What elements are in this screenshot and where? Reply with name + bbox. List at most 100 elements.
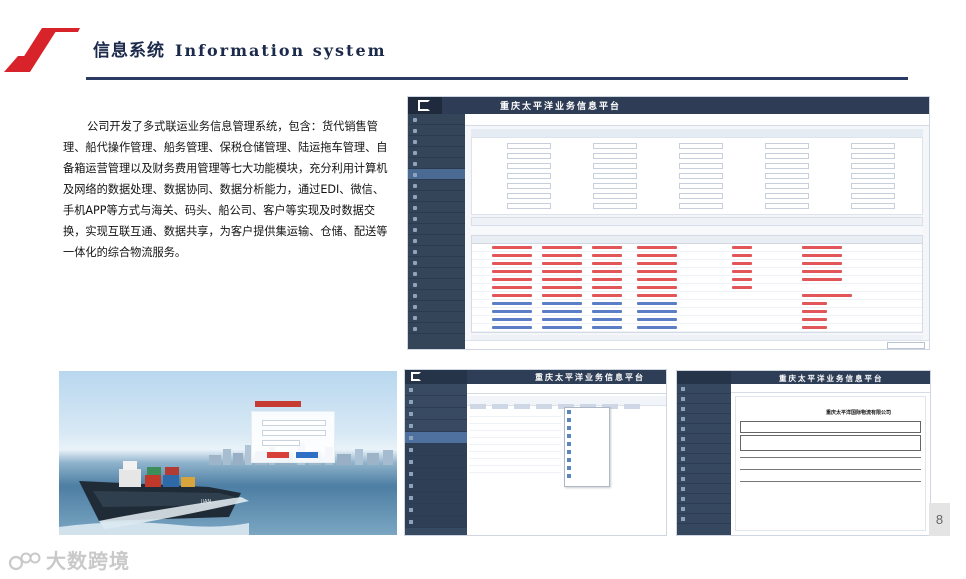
sidebar-item: [677, 454, 731, 464]
sidebar-subitem: [405, 468, 467, 480]
sidebar-item: [408, 301, 465, 312]
cargo-ship-image: JIAN: [59, 461, 249, 535]
login-form: [251, 411, 335, 463]
table-row: [472, 252, 922, 260]
table-row: [472, 268, 922, 276]
sidebar-item: [408, 114, 465, 125]
grid-subtoolbar: [471, 227, 923, 241]
sidebar-item: [405, 420, 467, 432]
document-table: [740, 421, 921, 433]
menu-item: [565, 432, 609, 440]
sidebar-item: [405, 408, 467, 420]
sidebar-item: [408, 191, 465, 202]
dropdown-sidebar: [405, 370, 467, 535]
document-screenshot: 重庆太平洋业务信息平台 重庆太平洋国际物流有限公司: [676, 370, 931, 536]
sidebar-item: [408, 125, 465, 136]
menu-item: [565, 464, 609, 472]
document-rule: [740, 469, 921, 470]
sidebar-item: [677, 444, 731, 454]
sidebar-item: [405, 384, 467, 396]
password-field: [262, 430, 326, 436]
sidebar-item: [408, 312, 465, 323]
watermark-text: 大数跨境: [46, 549, 130, 573]
menu-item: [565, 448, 609, 456]
login-logo: [255, 401, 301, 407]
login-button: [267, 452, 289, 458]
sidebar-subitem: [405, 444, 467, 456]
sidebar-item: [408, 246, 465, 257]
sidebar-item: [408, 224, 465, 235]
sidebar-item: [677, 404, 731, 414]
captcha-field: [262, 440, 300, 446]
document-heading: 重庆太平洋国际物流有限公司: [826, 410, 892, 416]
sidebar-item: [408, 268, 465, 279]
table-row: [472, 244, 922, 252]
sidebar-item: [677, 414, 731, 424]
sidebar-subitem: [405, 516, 467, 528]
main-app-footer: [465, 340, 929, 349]
sidebar-item: [408, 202, 465, 213]
document-table: [740, 435, 921, 451]
export-button: [887, 342, 925, 349]
sidebar-item: [677, 384, 731, 394]
sidebar-item: [677, 394, 731, 404]
login-screenshot: JIAN: [59, 371, 397, 535]
data-grid: [471, 235, 923, 333]
title-divider: [86, 77, 908, 80]
sidebar-item-active: [405, 432, 467, 444]
menu-item: [565, 424, 609, 432]
main-sidebar: [408, 114, 465, 349]
dropdown-app-topbar: 重庆太平洋业务信息平台: [467, 370, 666, 384]
table-row: [472, 260, 922, 268]
sidebar-item: [677, 474, 731, 484]
slash-logo-mark: [4, 28, 80, 72]
sidebar-subitem: [405, 456, 467, 468]
sidebar-item: [677, 514, 731, 524]
app-logo-icon: [405, 370, 467, 384]
menu-item: [565, 440, 609, 448]
page-title-cn: 信息系统: [93, 41, 165, 61]
sidebar-item: [408, 147, 465, 158]
sidebar-item: [408, 257, 465, 268]
table-row: [472, 284, 922, 292]
document-rule: [740, 457, 921, 458]
dropdown-grid: [469, 410, 561, 480]
table-row: [472, 316, 922, 324]
document-app-topbar: 重庆太平洋业务信息平台: [731, 371, 930, 384]
document-tab-strip: [731, 384, 930, 393]
main-system-screenshot: 重庆太平洋业务信息平台: [407, 96, 930, 350]
document-rule: [740, 481, 921, 482]
sidebar-item: [408, 290, 465, 301]
table-row: [472, 276, 922, 284]
sidebar-item: [677, 484, 731, 494]
document-preview: 重庆太平洋国际物流有限公司: [735, 396, 926, 531]
context-menu: [564, 407, 610, 487]
page-title-en: Information system: [175, 41, 387, 60]
main-content: [465, 114, 929, 349]
dropdown-toolbar: [467, 396, 666, 409]
description-paragraph: 公司开发了多式联运业务信息管理系统，包含：货代销售管理、船代操作管理、船务管理、…: [63, 120, 388, 259]
main-app-title: 重庆太平洋业务信息平台: [500, 102, 622, 112]
menu-item: [565, 408, 609, 416]
document-app-title: 重庆太平洋业务信息平台: [779, 374, 884, 383]
dropdown-menu-screenshot: 重庆太平洋业务信息平台: [404, 369, 667, 536]
query-panel-header: [471, 129, 923, 137]
table-row: [472, 292, 922, 300]
sidebar-item: [677, 494, 731, 504]
grid-header: [472, 236, 922, 244]
main-app-topbar: 重庆太平洋业务信息平台: [408, 97, 929, 114]
sidebar-item: [408, 235, 465, 246]
app-logo-icon: [408, 97, 442, 114]
dropdown-app-title: 重庆太平洋业务信息平台: [535, 372, 645, 382]
sidebar-item: [677, 504, 731, 514]
reset-button: [296, 452, 318, 458]
sidebar-item-active: [408, 169, 465, 180]
sidebar-item: [408, 136, 465, 147]
username-field: [262, 420, 326, 426]
query-form: [471, 137, 923, 215]
table-row: [472, 324, 922, 332]
sidebar-item: [405, 396, 467, 408]
page-title: 信息系统 Information system: [93, 36, 387, 61]
sidebar-item: [408, 180, 465, 191]
sidebar-subitem: [405, 504, 467, 516]
